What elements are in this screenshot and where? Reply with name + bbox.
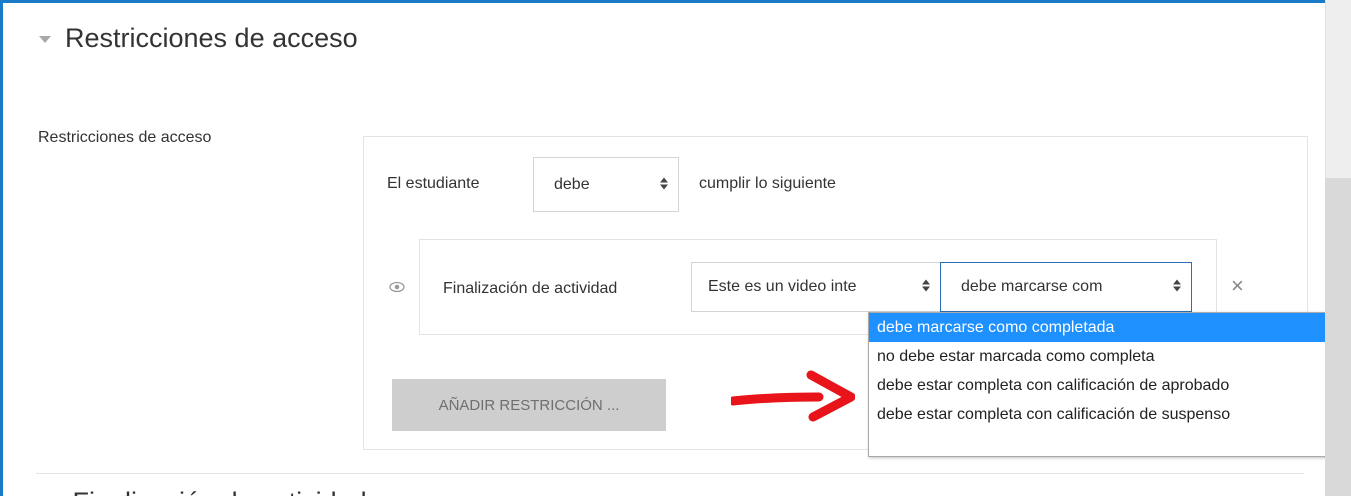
condition-type-label: Finalización de actividad [443,280,618,297]
scrollbar[interactable] [1325,0,1351,496]
next-section-title: Finalización de actividad [73,487,367,496]
dropdown-option[interactable]: no debe estar marcada como completa [869,342,1348,371]
completion-select-value: debe marcarse com [961,278,1103,295]
eye-icon[interactable] [389,280,405,298]
section-header[interactable]: Restricciones de acceso [39,23,358,54]
add-restriction-button[interactable]: AÑADIR RESTRICCIÓN ... [392,379,666,431]
activity-select-value: Este es un video inte [708,278,857,295]
activity-select[interactable]: Este es un video inte [691,262,941,312]
dropdown-option[interactable]: debe estar completa con calificación de … [869,400,1348,429]
dropdown-option[interactable]: debe estar completa con calificación de … [869,371,1348,400]
completion-dropdown[interactable]: debe marcarse como completada no debe es… [868,312,1348,457]
must-select[interactable]: debe [533,157,679,212]
select-arrows-icon [660,177,668,192]
red-arrow-icon [731,370,855,422]
must-select-value: debe [554,175,590,193]
next-section-header[interactable]: Finalización de actividad [39,487,367,496]
select-arrows-icon [922,279,930,295]
section-title: Restricciones de acceso [65,23,358,53]
select-arrows-icon [1173,279,1181,295]
fulfill-label: cumplir lo siguiente [699,175,836,192]
scrollbar-thumb[interactable] [1325,178,1351,496]
dropdown-option[interactable]: debe marcarse como completada [869,313,1348,342]
field-label: Restricciones de acceso [38,129,212,146]
close-icon[interactable]: × [1231,275,1244,297]
collapse-caret-icon[interactable] [39,36,51,43]
screenshot-frame: Restricciones de acceso Restricciones de… [0,0,1351,496]
student-label: El estudiante [387,175,480,192]
section-divider [36,473,1304,474]
completion-select[interactable]: debe marcarse com [940,262,1192,312]
